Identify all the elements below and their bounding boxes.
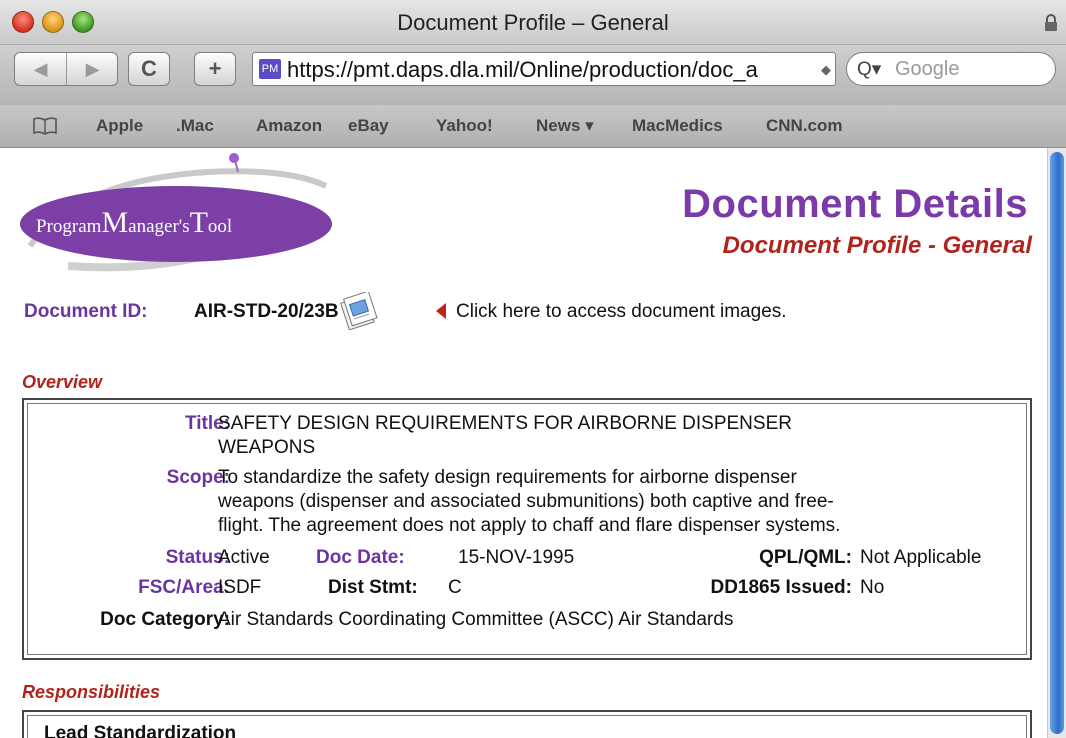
doc-category-value: Air Standards Coordinating Committee (AS… <box>218 609 734 630</box>
qpl-qml-label: QPL/QML: <box>759 547 852 568</box>
document-images-link[interactable]: Click here to access document images. <box>456 301 787 323</box>
qpl-qml-value: Not Applicable <box>860 547 982 568</box>
title-value-line1: SAFETY DESIGN REQUIREMENTS FOR AIRBORNE … <box>218 413 792 434</box>
program-managers-tool-logo[interactable]: ProgramManager'sTool <box>8 150 348 290</box>
page-subtitle: Document Profile - General <box>722 232 1032 259</box>
fsc-area-value: ISDF <box>218 577 262 598</box>
search-placeholder: Google <box>895 58 960 80</box>
responsibilities-heading: Responsibilities <box>22 682 161 702</box>
logo-letter: T <box>189 206 208 239</box>
logo-word: ool <box>207 216 233 237</box>
bookmark-ebay[interactable]: eBay <box>348 116 389 136</box>
bookmark-mac[interactable]: .Mac <box>176 116 214 136</box>
search-icon[interactable]: Q▾ <box>857 58 881 81</box>
dd1865-issued-value: No <box>860 577 885 598</box>
browser-toolbar: ◀ ▶ C + PM https://pmt.daps.dla.mil/Onli… <box>0 45 1066 105</box>
url-text[interactable]: https://pmt.daps.dla.mil/Online/producti… <box>287 57 758 83</box>
forward-button[interactable]: ▶ <box>67 53 118 85</box>
dist-stmt-value: C <box>448 577 462 598</box>
site-favicon-icon: PM <box>259 59 281 79</box>
dist-stmt-label: Dist Stmt: <box>328 577 418 598</box>
document-id-row: Document ID: AIR-STD-20/23B Click here t… <box>24 292 1024 332</box>
bookmark-yahoo[interactable]: Yahoo! <box>436 116 493 136</box>
page-title: Document Details <box>682 182 1028 226</box>
arrow-left-icon <box>436 303 446 319</box>
scrollbar-thumb[interactable] <box>1050 152 1064 734</box>
bookmark-news[interactable]: News ▾ <box>536 116 594 136</box>
overview-heading: Overview <box>22 372 103 392</box>
scope-value-line1: To standardize the safety design require… <box>218 467 797 488</box>
fsc-area-label: FSC/Area: <box>138 577 230 598</box>
scope-value-line2: weapons (dispenser and associated submun… <box>218 491 834 512</box>
address-bar[interactable]: PM https://pmt.daps.dla.mil/Online/produ… <box>252 52 836 86</box>
responsibilities-panel: Lead Standardization <box>22 710 1032 738</box>
document-images-icon[interactable] <box>336 292 382 330</box>
window-title: Document Profile – General <box>397 10 669 35</box>
doc-date-value: 15-NOV-1995 <box>458 547 575 568</box>
back-forward-buttons: ◀ ▶ <box>14 52 118 86</box>
bookmark-apple[interactable]: Apple <box>96 116 143 136</box>
logo-letter: P <box>36 216 47 237</box>
lock-icon <box>1045 14 1057 31</box>
doc-category-label: Doc Category: <box>100 609 230 630</box>
web-page: ProgramManager'sTool Document Details Do… <box>0 148 1048 738</box>
bookmark-amazon[interactable]: Amazon <box>256 116 322 136</box>
bookmarks-bar: Apple .Mac Amazon eBay Yahoo! News ▾ Mac… <box>0 105 1066 148</box>
logo-letter: M <box>101 206 129 239</box>
search-field[interactable]: Q▾ Google <box>846 52 1056 86</box>
dd1865-issued-label: DD1865 Issued: <box>710 577 852 598</box>
scope-label: Scope: <box>166 467 230 488</box>
book-icon[interactable] <box>32 117 58 135</box>
logo-word: rogram <box>46 216 102 237</box>
document-id-value: AIR-STD-20/23B <box>194 301 339 322</box>
add-bookmark-button[interactable]: + <box>194 52 236 86</box>
doc-date-label: Doc Date: <box>316 547 405 568</box>
overview-panel: Title: SAFETY DESIGN REQUIREMENTS FOR AI… <box>22 398 1032 660</box>
bookmark-macmedics[interactable]: MacMedics <box>632 116 723 136</box>
window-titlebar: Document Profile – General <box>0 0 1066 45</box>
reload-button[interactable]: C <box>128 52 170 86</box>
logo-text: ProgramManager'sTool <box>36 206 232 240</box>
title-label: Title: <box>184 413 230 434</box>
document-id-label: Document ID: <box>24 301 148 322</box>
lead-standardization-label: Lead Standardization <box>44 723 237 738</box>
scope-value-line3: flight. The agreement does not apply to … <box>218 515 841 536</box>
back-button[interactable]: ◀ <box>15 53 66 85</box>
bookmark-cnn[interactable]: CNN.com <box>766 116 843 136</box>
logo-word: anager's <box>128 216 190 237</box>
title-value-line2: WEAPONS <box>218 437 316 458</box>
status-value: Active <box>218 547 270 568</box>
status-label: Status: <box>165 547 230 568</box>
url-dropdown-icon[interactable]: ◆ <box>821 62 831 78</box>
